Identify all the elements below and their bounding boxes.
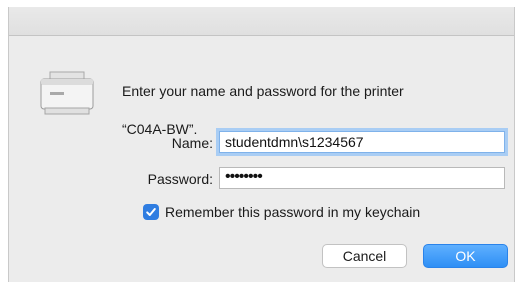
window-titlebar[interactable] xyxy=(9,7,514,36)
printer-icon xyxy=(40,71,94,115)
remember-checkbox-label: Remember this password in my keychain xyxy=(165,204,421,220)
ok-button[interactable]: OK xyxy=(423,244,508,268)
password-label: Password: xyxy=(147,171,213,187)
message-line-1: Enter your name and password for the pri… xyxy=(122,83,404,99)
remember-checkbox[interactable] xyxy=(143,204,159,220)
name-label: Name: xyxy=(171,135,213,151)
remember-password-option[interactable]: Remember this password in my keychain xyxy=(143,203,420,221)
printer-auth-dialog: Enter your name and password for the pri… xyxy=(8,7,515,282)
password-field[interactable]: •••••••• xyxy=(219,167,505,189)
name-field[interactable]: studentdmn\s1234567 xyxy=(219,131,505,153)
checkmark-icon xyxy=(146,208,156,216)
cancel-button[interactable]: Cancel xyxy=(322,244,407,268)
